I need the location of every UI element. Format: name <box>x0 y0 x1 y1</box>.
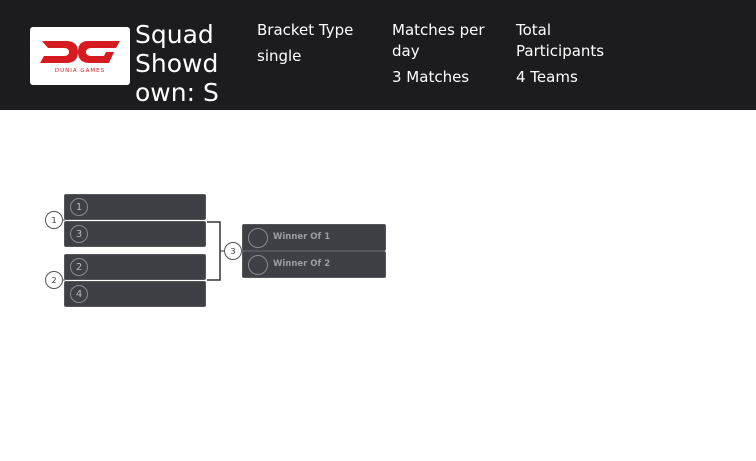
team-slot[interactable]: 1 <box>64 194 206 220</box>
team-seed: 2 <box>70 258 88 276</box>
team-seed <box>248 228 268 248</box>
team-seed <box>248 255 268 275</box>
team-seed: 3 <box>70 225 88 243</box>
bracket-type-info: Bracket Type single <box>257 20 377 67</box>
team-placeholder-label: Winner Of 1 <box>273 232 331 242</box>
matches-per-day-label: Matches per day <box>392 21 485 60</box>
team-slot[interactable]: 2 <box>64 254 206 280</box>
team-seed: 4 <box>70 285 88 303</box>
logo-text: DUNIA GAMES <box>55 68 105 74</box>
tournament-header: DUNIA GAMES Squad Showdown: S Bracket Ty… <box>0 0 756 110</box>
match-number-badge: 2 <box>45 271 63 289</box>
total-participants-label: Total Participants <box>516 21 605 60</box>
team-seed: 1 <box>70 198 88 216</box>
tournament-title: Squad Showdown: S <box>135 20 219 107</box>
bracket-type-label: Bracket Type <box>257 21 354 39</box>
team-placeholder-label: Winner Of 2 <box>273 259 331 269</box>
match-number-badge: 1 <box>45 211 63 229</box>
matches-per-day-info: Matches per day 3 Matches <box>392 20 502 88</box>
team-slot[interactable]: Winner Of 1 <box>242 224 386 251</box>
bracket-type-value: single <box>257 47 302 65</box>
tournament-bracket: 1 1 3 2 2 4 3 Winner Of 1 Winner Of 2 <box>0 110 756 461</box>
dunia-games-logo: DUNIA GAMES <box>30 27 130 85</box>
team-slot[interactable]: 4 <box>64 281 206 307</box>
team-slot[interactable]: Winner Of 2 <box>242 251 386 278</box>
matches-per-day-value: 3 Matches <box>392 68 470 86</box>
team-slot[interactable]: 3 <box>64 221 206 247</box>
total-participants-info: Total Participants 4 Teams <box>516 20 626 88</box>
match-number-badge: 3 <box>224 242 242 260</box>
total-participants-value: 4 Teams <box>516 68 578 86</box>
